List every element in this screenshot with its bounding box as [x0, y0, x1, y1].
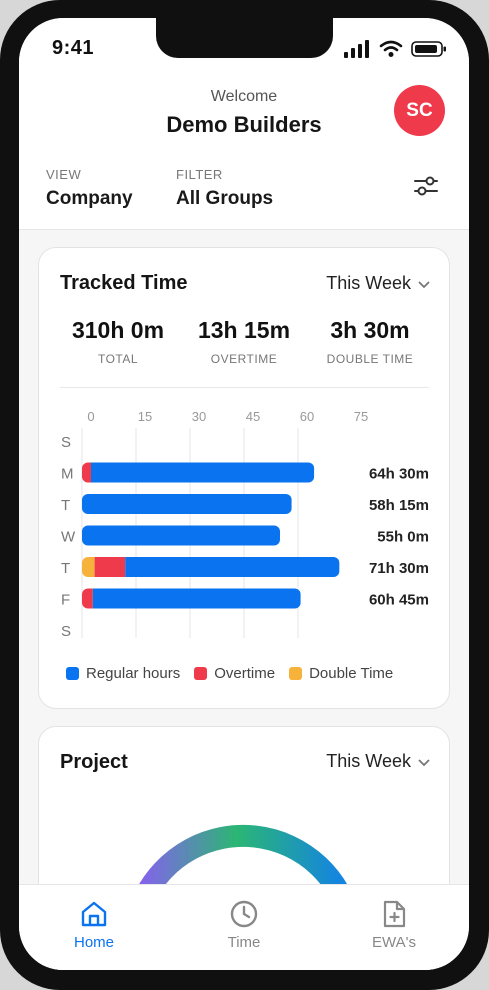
tracked-time-chart: 0 15 30 45 60 75SM 64h 30mT 58h 15mW 55h 0mT 71h …	[61, 409, 429, 640]
tab-home[interactable]: Home	[19, 885, 169, 970]
bar-segment-regular	[92, 588, 301, 609]
bar-segment-overtime	[82, 588, 93, 609]
bar-segment-regular	[125, 557, 340, 577]
bar-group	[82, 494, 292, 514]
stat-double-label: DOUBLE TIME	[326, 352, 414, 366]
tab-bar: Home Time EWA's	[19, 884, 469, 970]
bar-segment-regular	[91, 462, 315, 483]
legend-overtime-label: Overtime	[214, 665, 276, 682]
day-label: S	[61, 434, 71, 451]
chevron-down-icon	[418, 758, 430, 766]
stat-total-label: TOTAL	[97, 352, 139, 366]
tab-home-label: Home	[73, 934, 114, 951]
tab-time-label: Time	[227, 934, 261, 951]
bar-total-label: 64h 30m	[369, 466, 429, 483]
x-tick-label: 45	[246, 409, 260, 424]
filter-selector[interactable]: All Groups	[176, 188, 273, 210]
bar-segment-overtime	[94, 557, 126, 577]
x-tick-label: 75	[354, 409, 368, 424]
x-tick-label: 0	[87, 409, 94, 424]
tracked-period-label: This Week	[326, 273, 411, 293]
legend-overtime: Overtime	[194, 665, 275, 682]
view-selector[interactable]: Company	[46, 188, 133, 210]
day-label: S	[61, 623, 71, 640]
tracked-time-title: Tracked Time	[60, 272, 188, 294]
stat-overtime-label: OVERTIME	[210, 352, 278, 366]
legend-double-label: Double Time	[309, 665, 394, 682]
bar-segment-double	[82, 557, 95, 577]
bar-total-label: 55h 0m	[377, 529, 429, 546]
clock-icon	[230, 900, 258, 928]
tab-ewas-label: EWA's	[372, 934, 416, 951]
avatar[interactable]: SC	[394, 85, 445, 136]
bar-segment-overtime	[82, 462, 91, 483]
stat-double-value: 3h 30m	[330, 317, 410, 343]
day-label: T	[61, 497, 70, 514]
bar-total-label: 60h 45m	[369, 592, 429, 609]
chevron-down-icon	[418, 280, 430, 288]
filter-sliders-icon[interactable]	[411, 173, 441, 199]
legend-double-swatch	[289, 667, 303, 680]
bar-segment-regular	[82, 494, 292, 514]
wifi-icon	[379, 40, 403, 57]
tracked-time-card: Tracked Time This Week 310h 0m TOTAL 13h…	[38, 247, 450, 709]
x-tick-label: 60	[300, 409, 314, 424]
project-title: Project	[60, 751, 128, 773]
day-label: M	[61, 466, 74, 483]
bar-group	[82, 462, 315, 483]
document-plus-icon	[383, 900, 406, 928]
bar-group	[82, 525, 280, 546]
legend-regular-swatch	[66, 667, 79, 680]
filter-label: FILTER	[176, 167, 223, 182]
tracked-period-dropdown[interactable]: This Week	[326, 273, 431, 294]
x-tick-label: 30	[192, 409, 206, 424]
day-label: F	[61, 592, 70, 609]
bar-segment-regular	[82, 525, 280, 546]
chart-legend: Regular hours Overtime Double Time	[66, 665, 393, 682]
legend-regular: Regular hours	[66, 665, 180, 682]
day-label: T	[61, 560, 70, 577]
legend-double: Double Time	[289, 665, 393, 682]
notch	[156, 18, 333, 58]
device-frame: Welcome Demo Builders SC VIEW Company FI…	[0, 0, 489, 990]
stat-overtime-value: 13h 15m	[197, 317, 291, 343]
bar-group	[82, 557, 340, 577]
home-icon	[81, 901, 107, 927]
view-label: VIEW	[46, 167, 82, 182]
stats-divider	[60, 387, 429, 388]
signal-icon	[344, 40, 369, 58]
bar-group	[82, 588, 301, 609]
tab-time[interactable]: Time	[169, 885, 319, 970]
x-tick-label: 15	[138, 409, 152, 424]
legend-overtime-swatch	[194, 667, 208, 680]
tab-ewas[interactable]: EWA's	[319, 885, 469, 970]
day-label: W	[61, 529, 76, 546]
status-time: 9:41	[52, 37, 95, 59]
bar-total-label: 71h 30m	[369, 560, 429, 577]
legend-regular-label: Regular hours	[86, 665, 181, 682]
project-period-dropdown[interactable]: This Week	[326, 751, 431, 772]
battery-icon	[411, 41, 446, 57]
status-icons	[343, 40, 447, 58]
bar-total-label: 58h 15m	[369, 497, 429, 514]
project-period-label: This Week	[326, 751, 411, 771]
app-screen: Welcome Demo Builders SC VIEW Company FI…	[19, 18, 469, 970]
stat-total-value: 310h 0m	[71, 317, 165, 343]
